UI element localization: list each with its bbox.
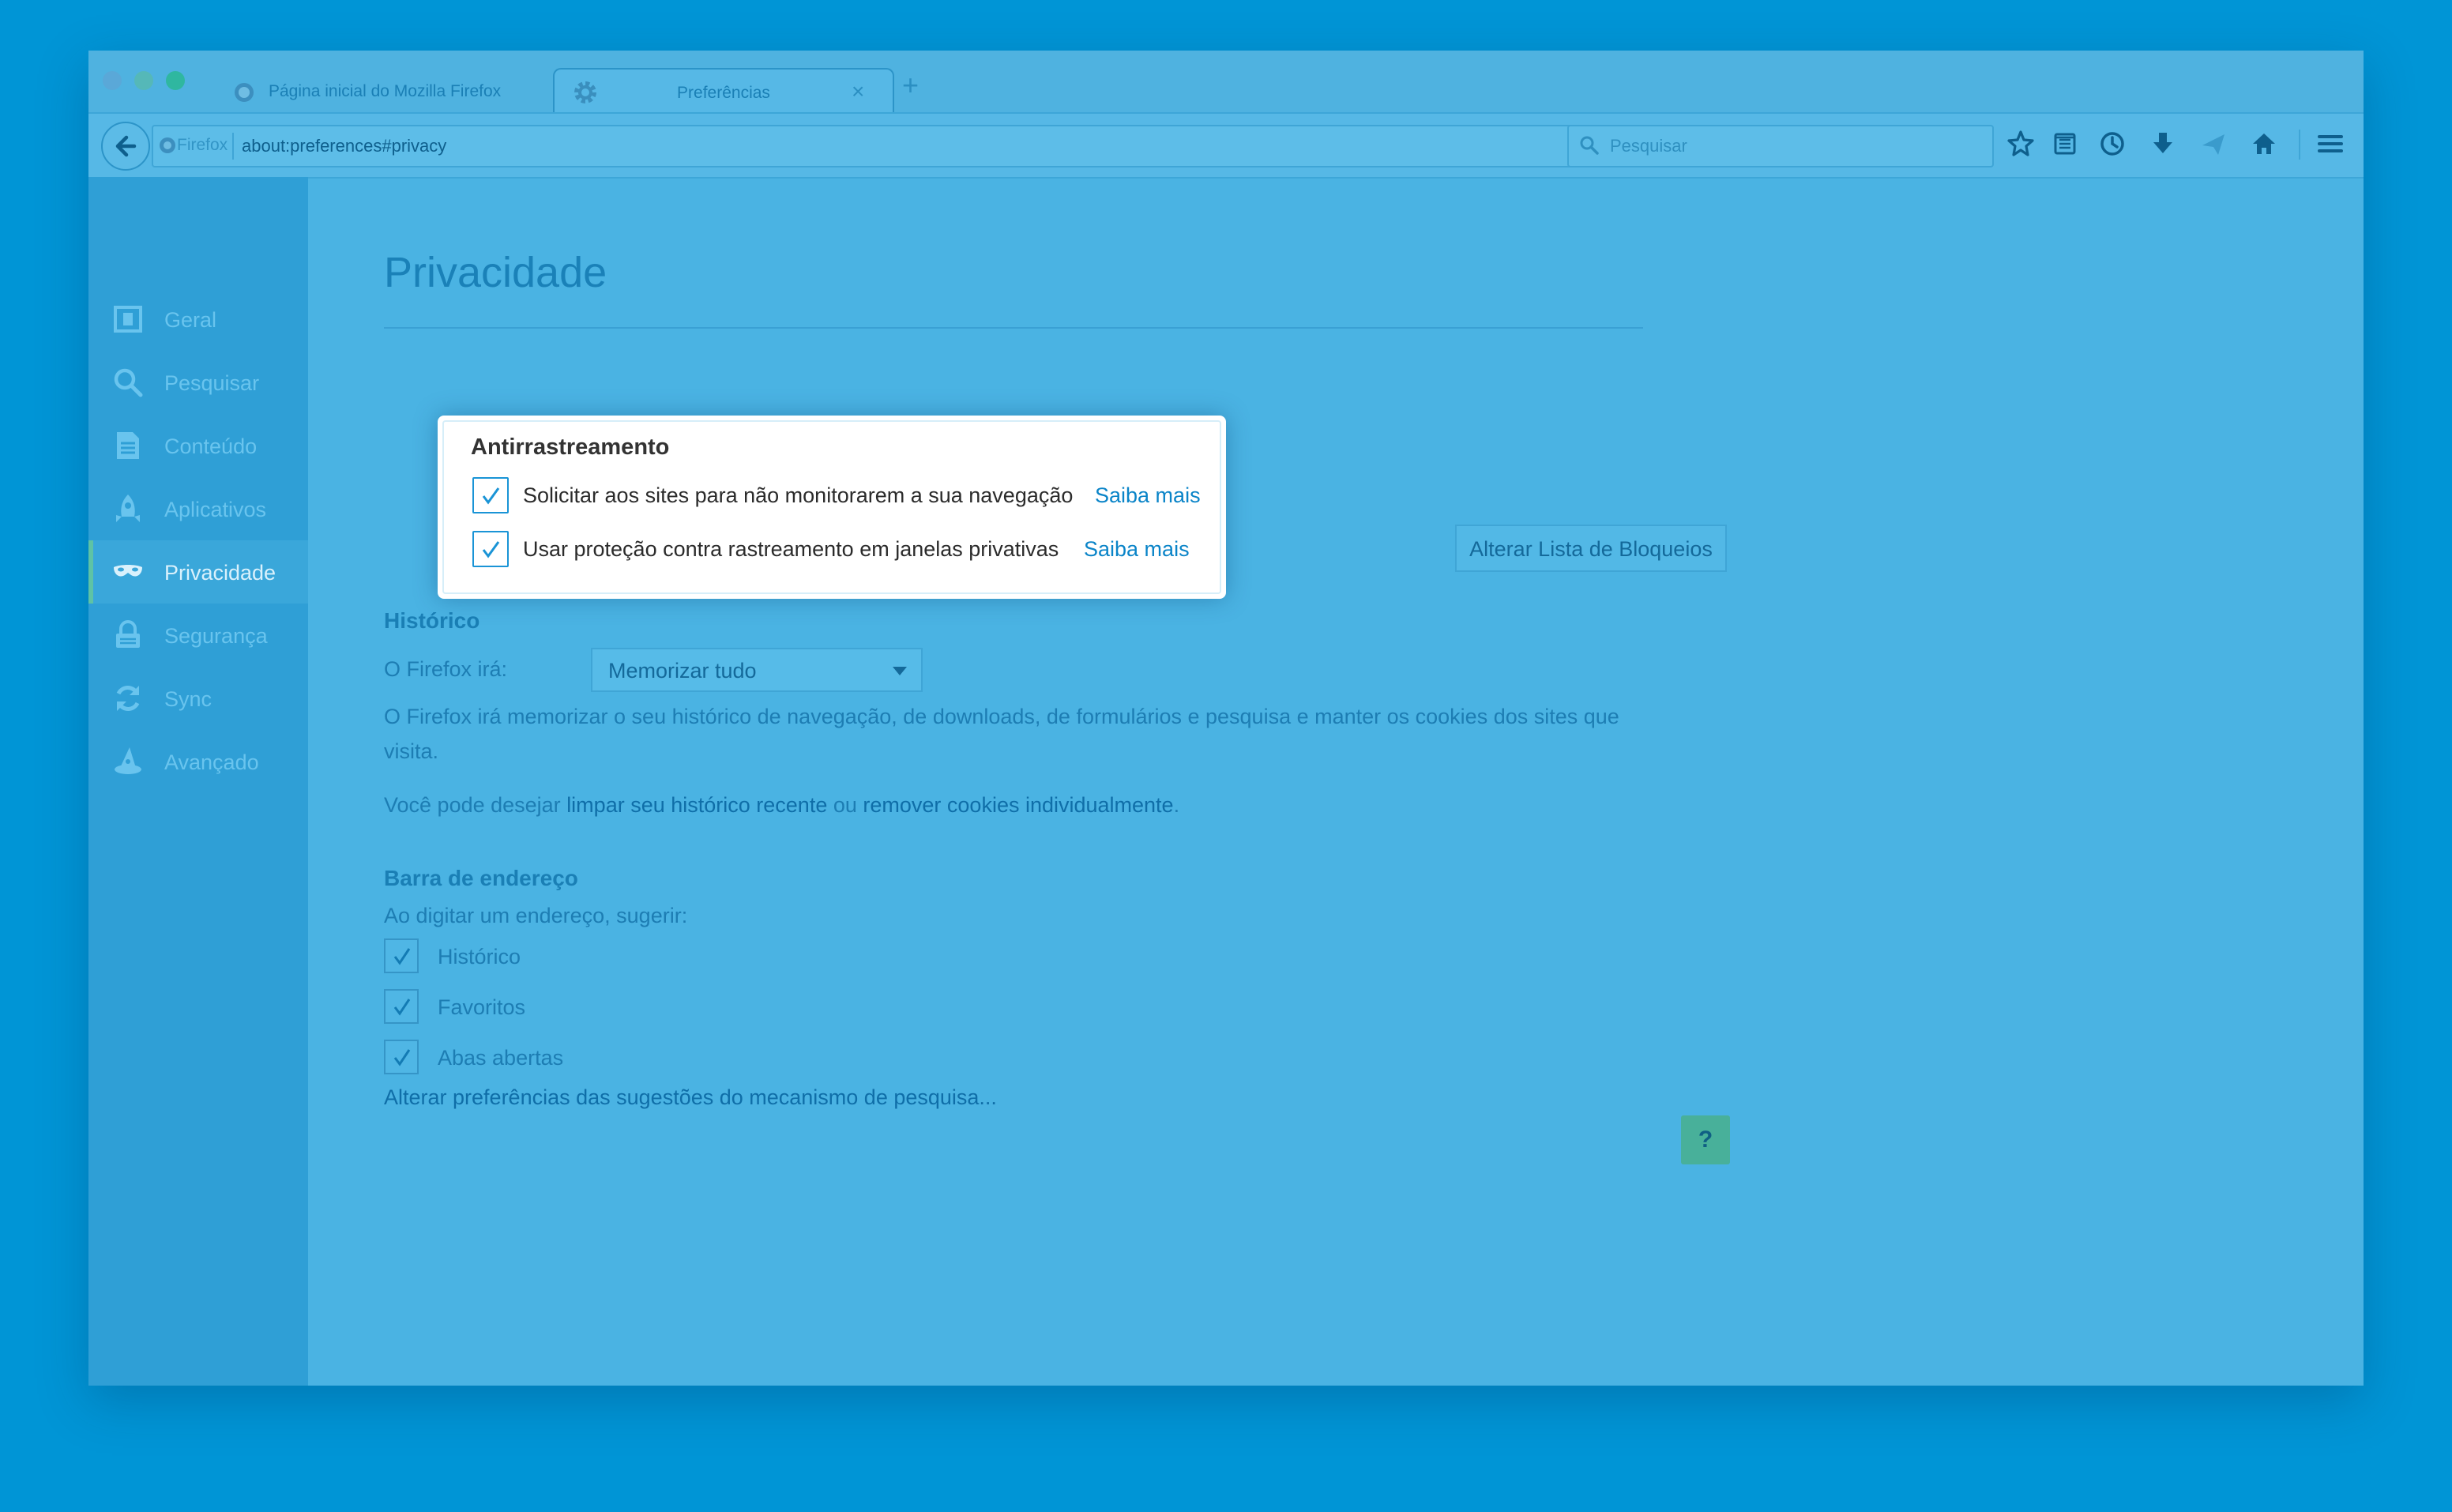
search-bar[interactable]: Pesquisar [1567,125,1994,167]
back-button[interactable] [101,122,150,171]
checkmark-icon [482,541,500,559]
tab-title: Página inicial do Mozilla Firefox [269,82,502,100]
sidebar-item-seguranca[interactable]: Segurança [88,604,308,667]
clear-middle: ou [827,793,863,817]
sidebar-item-aplicativos[interactable]: Aplicativos [88,477,308,540]
send-icon[interactable] [2196,126,2231,163]
do-not-track-learn-more-link[interactable]: Saiba mais [1095,483,1201,508]
change-block-list-button[interactable]: Alterar Lista de Bloqueios [1455,525,1727,572]
firefox-will-label: O Firefox irá: [384,657,508,681]
suggest-bookmarks-label: Favoritos [438,995,526,1019]
help-label: ? [1698,1126,1713,1153]
tracking-heading: Antirrastreamento [471,434,670,460]
sidebar-item-pesquisar[interactable]: Pesquisar [88,351,308,414]
close-window-button[interactable] [103,71,122,90]
tab-close-button[interactable]: × [852,79,864,104]
home-icon[interactable] [2247,126,2281,163]
pocket-icon[interactable] [2095,126,2130,163]
sidebar-item-avancado[interactable]: Avançado [88,730,308,793]
tab-title: Preferências [677,84,770,102]
do-not-track-checkbox[interactable] [472,477,509,513]
url-divider [232,133,234,160]
search-icon [1578,134,1600,160]
private-tracking-protection-checkbox[interactable] [472,531,509,567]
menu-icon[interactable] [2313,126,2348,163]
checkmark-icon [482,487,500,505]
content-icon [112,430,144,461]
clear-prefix: Você pode desejar [384,793,567,817]
address-bar-heading: Barra de endereço [384,866,578,890]
sidebar-item-geral[interactable]: Geral [88,288,308,351]
checkmark-icon [393,948,411,965]
suggest-open-tabs-checkbox[interactable] [384,1040,419,1074]
sidebar-item-sync[interactable]: Sync [88,667,308,730]
mask-icon [112,556,144,588]
checkmark-icon [393,999,411,1016]
sidebar-item-privacidade[interactable]: Privacidade [88,540,308,604]
back-arrow-icon [113,134,138,163]
preferences-sidebar: Geral Pesquisar Conteúdo Aplicativos Pri… [88,177,308,1386]
star-icon[interactable] [2003,126,2038,163]
minimize-window-button[interactable] [134,71,153,90]
clear-history-text: Você pode desejar limpar seu histórico r… [384,793,1179,818]
private-tracking-learn-more-link[interactable]: Saiba mais [1084,537,1190,562]
url-bar[interactable]: Firefox about:preferences#privacy [152,125,1616,167]
search-icon [112,367,144,398]
sidebar-item-label: Sync [164,687,212,711]
select-value: Memorizar tudo [608,659,757,683]
address-bar-subtitle: Ao digitar um endereço, sugerir: [384,904,688,927]
wizard-hat-icon [112,746,144,777]
clear-history-link[interactable]: limpar seu histórico recente [566,793,827,817]
new-tab-button[interactable]: + [902,71,919,100]
suggest-bookmarks-checkbox[interactable] [384,989,419,1024]
tab-strip: Página inicial do Mozilla Firefox × Pref… [88,51,2364,115]
sidebar-item-label: Privacidade [164,561,276,585]
sidebar-item-label: Aplicativos [164,498,267,521]
suggest-history-label: Histórico [438,945,521,969]
active-indicator [88,540,93,604]
sidebar-item-label: Pesquisar [164,371,260,395]
sidebar-item-label: Avançado [164,750,259,774]
search-suggestions-link[interactable]: Alterar preferências das sugestões do me… [384,1085,997,1110]
firefox-globe-icon [232,81,256,108]
clear-suffix: . [1173,793,1180,817]
url-identity-label: Firefox [177,136,228,154]
do-not-track-label: Solicitar aos sites para não monitorarem… [523,483,1074,507]
firefox-identity-icon [158,136,177,159]
sidebar-item-label: Conteúdo [164,434,258,458]
sidebar-item-label: Segurança [164,624,268,648]
zoom-window-button[interactable] [166,71,185,90]
url-text[interactable]: about:preferences#privacy [242,136,446,156]
browser-window: Página inicial do Mozilla Firefox × Pref… [88,51,2364,1386]
download-icon[interactable] [2146,126,2180,163]
page-title: Privacidade [384,249,607,296]
remove-cookies-link[interactable]: remover cookies individualmente [863,793,1173,817]
history-description-line1: O Firefox irá memorizar o seu histórico … [384,705,1619,728]
checkmark-icon [393,1049,411,1066]
tracking-protection-card: Antirrastreamento Solicitar aos sites pa… [438,416,1226,599]
search-placeholder: Pesquisar [1610,136,1687,156]
suggest-open-tabs-label: Abas abertas [438,1046,564,1070]
history-mode-select[interactable]: Memorizar tudo [591,648,923,692]
navigation-bar: Firefox about:preferences#privacy Pesqui… [88,112,2364,179]
help-button[interactable]: ? [1681,1115,1730,1164]
reading-list-icon[interactable] [2048,126,2082,163]
button-label: Alterar Lista de Bloqueios [1469,537,1713,561]
toolbar-divider [2299,130,2300,160]
sync-icon [112,683,144,714]
tab-preferences[interactable]: Preferências × [553,68,894,115]
sidebar-item-conteudo[interactable]: Conteúdo [88,414,308,477]
rocket-icon [112,493,144,525]
history-description-line2: visita. [384,739,439,763]
sidebar-item-label: Geral [164,308,217,332]
private-tracking-protection-label: Usar proteção contra rastreamento em jan… [523,537,1059,561]
history-heading: Histórico [384,608,480,633]
suggest-history-checkbox[interactable] [384,938,419,973]
title-divider [384,327,1643,329]
chevron-down-icon [893,667,907,675]
general-icon [112,303,144,335]
lock-icon [112,619,144,651]
preferences-content: Privacidade Alterar Lista de Bloqueios H… [308,177,2364,1386]
